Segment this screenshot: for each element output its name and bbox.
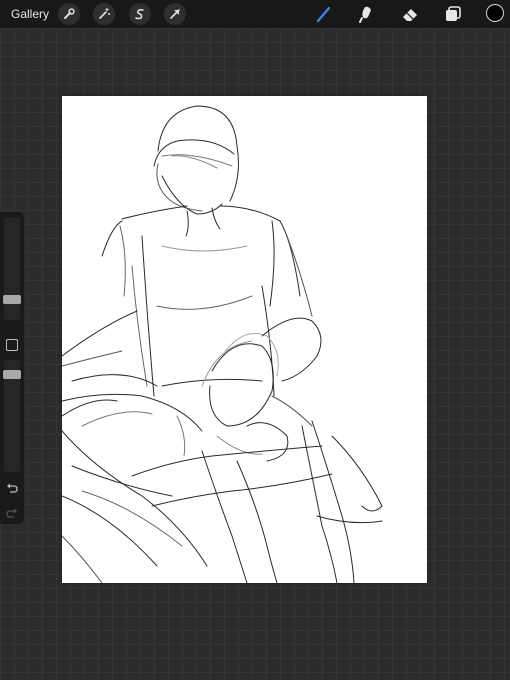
brush-size-slider[interactable] bbox=[3, 218, 21, 320]
brush-sidebar bbox=[0, 212, 24, 524]
selection-s-icon bbox=[135, 9, 144, 20]
brush-icon bbox=[316, 6, 331, 23]
redo-button[interactable] bbox=[4, 506, 20, 520]
transform-button[interactable] bbox=[164, 3, 186, 25]
smudge-button[interactable] bbox=[355, 3, 379, 25]
eraser-icon bbox=[403, 9, 417, 21]
redo-icon bbox=[6, 508, 17, 518]
opacity-handle[interactable] bbox=[3, 370, 21, 379]
adjustments-button[interactable] bbox=[93, 3, 115, 25]
brush-button[interactable] bbox=[312, 3, 336, 25]
selection-button[interactable] bbox=[129, 3, 151, 25]
wrench-icon bbox=[64, 8, 75, 19]
undo-button[interactable] bbox=[4, 481, 20, 495]
actions-button[interactable] bbox=[58, 3, 80, 25]
layers-button[interactable] bbox=[441, 3, 465, 25]
sketch-artwork bbox=[62, 105, 383, 583]
drawing-canvas[interactable] bbox=[62, 96, 427, 583]
gallery-button[interactable]: Gallery bbox=[11, 7, 49, 21]
transform-arrow-icon bbox=[170, 9, 180, 19]
modify-button[interactable] bbox=[6, 339, 18, 351]
magic-wand-icon bbox=[99, 8, 110, 19]
undo-icon bbox=[7, 483, 18, 493]
eraser-button[interactable] bbox=[398, 3, 422, 25]
smudge-icon bbox=[359, 6, 371, 23]
opacity-slider[interactable] bbox=[3, 360, 21, 472]
color-picker-button[interactable] bbox=[486, 4, 504, 22]
brush-size-handle[interactable] bbox=[3, 295, 21, 304]
top-toolbar: Gallery bbox=[0, 0, 510, 28]
layers-icon bbox=[446, 6, 461, 21]
